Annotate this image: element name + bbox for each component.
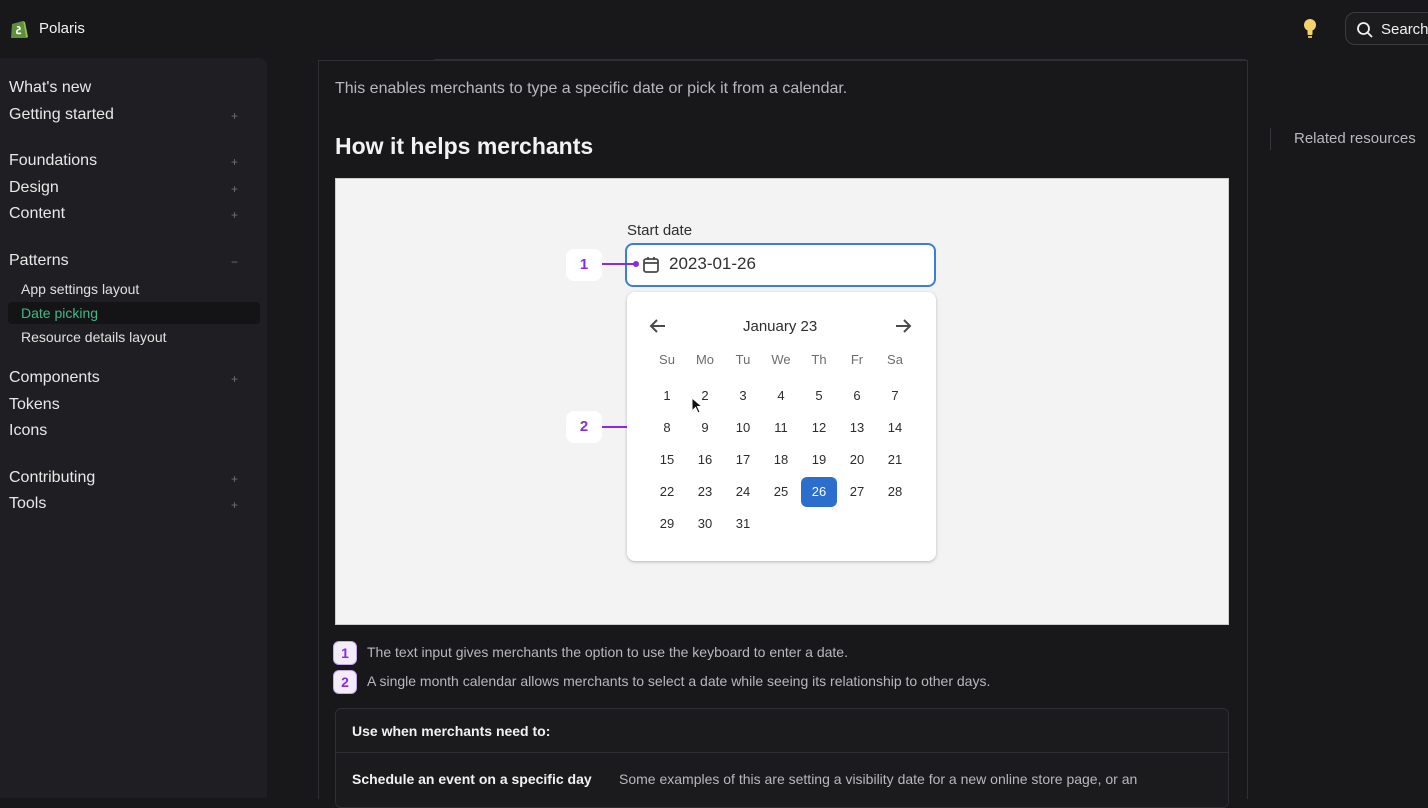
calendar-day: 7: [891, 388, 899, 403]
lightbulb-icon[interactable]: [1300, 17, 1320, 39]
sidebar-item-tokens[interactable]: Tokens: [9, 396, 60, 414]
expand-icon[interactable]: +: [231, 372, 238, 386]
sidebar-item-icons[interactable]: Icons: [9, 422, 47, 440]
legend-badge-1: 1: [333, 641, 357, 665]
calendar-day: 13: [849, 420, 865, 435]
calendar-day: 4: [777, 388, 785, 403]
calendar-day: 31: [735, 516, 751, 531]
expand-icon[interactable]: +: [231, 182, 238, 196]
divider: [1270, 128, 1271, 150]
calendar-day: 5: [815, 388, 823, 403]
shopify-logo-icon[interactable]: [8, 18, 30, 40]
divider: [336, 752, 1228, 753]
related-resources-link[interactable]: Related resources: [1294, 130, 1416, 147]
weekday-label: Fr: [850, 352, 864, 367]
sidebar-item-whats-new[interactable]: What's new: [9, 79, 91, 97]
expand-icon[interactable]: +: [231, 498, 238, 512]
search-label: Search: [1381, 21, 1428, 38]
search-icon: [1357, 22, 1373, 38]
weekday-label: Th: [811, 352, 827, 367]
usage-row-title: Schedule an event on a specific day: [352, 771, 592, 787]
expand-icon[interactable]: +: [231, 109, 238, 123]
calendar-day: 18: [773, 452, 789, 467]
start-date-label: Start date: [627, 222, 693, 239]
calendar-icon: [643, 257, 659, 273]
calendar-day: 28: [887, 484, 903, 499]
calendar-day: 19: [811, 452, 827, 467]
sidebar-item-contributing[interactable]: Contributing: [9, 469, 95, 487]
weekday-label: Tu: [735, 352, 751, 367]
usage-row-description: Some examples of this are setting a visi…: [619, 771, 1138, 787]
brand-name[interactable]: Polaris: [39, 20, 85, 37]
weekday-label: Sa: [887, 352, 903, 367]
calendar-day: 1: [663, 388, 671, 403]
sidebar-item-getting-started[interactable]: Getting started: [9, 106, 114, 124]
callout-badge-2: 2: [566, 411, 602, 443]
calendar-day: 15: [659, 452, 675, 467]
calendar-day: 27: [849, 484, 865, 499]
calendar-day: 20: [849, 452, 865, 467]
calendar-day: 22: [659, 484, 675, 499]
weekday-label: Mo: [695, 352, 715, 367]
date-input-value: 2023-01-26: [669, 254, 756, 273]
expand-icon[interactable]: +: [231, 155, 238, 169]
calendar-day: 21: [887, 452, 903, 467]
calendar-month-label: January 23: [743, 318, 818, 335]
calendar-day: 3: [739, 388, 747, 403]
calendar-day: 16: [697, 452, 713, 467]
sidebar-item-app-settings-layout[interactable]: App settings layout: [21, 281, 139, 297]
legend-badge-2: 2: [333, 670, 357, 694]
calendar-day-selected: 26: [801, 477, 837, 507]
intro-text: This enables merchants to type a specifi…: [335, 80, 848, 97]
calendar-day: 6: [853, 388, 861, 403]
arrow-left-icon: [649, 319, 665, 333]
weekday-label: Su: [659, 352, 675, 367]
sidebar-item-patterns[interactable]: Patterns: [9, 252, 69, 270]
sidebar-item-tools[interactable]: Tools: [9, 495, 46, 513]
arrow-right-icon: [896, 319, 912, 333]
sidebar-item-design[interactable]: Design: [9, 179, 59, 197]
divider: [434, 59, 1246, 60]
sidebar-item-date-picking[interactable]: Date picking: [21, 305, 98, 321]
section-heading: How it helps merchants: [335, 133, 594, 159]
mouse-cursor-icon: [691, 397, 703, 414]
calendar-day: 25: [773, 484, 789, 499]
calendar-day: 29: [659, 516, 675, 531]
calendar-day: 23: [697, 484, 713, 499]
expand-icon[interactable]: +: [231, 208, 238, 222]
callout-line-1: [602, 263, 636, 265]
search-button[interactable]: Search: [1345, 12, 1428, 45]
sidebar-item-foundations[interactable]: Foundations: [9, 152, 97, 170]
callout-badge-1: 1: [566, 249, 602, 281]
sidebar-item-content[interactable]: Content: [9, 205, 65, 223]
calendar-day: 10: [735, 420, 751, 435]
legend-text-1: The text input gives merchants the optio…: [367, 644, 848, 660]
callout-dot-1: [633, 261, 639, 267]
calendar-day: 9: [701, 420, 709, 435]
expand-icon[interactable]: +: [231, 472, 238, 486]
top-bar: Polaris Search: [0, 0, 1428, 58]
calendar-day: 12: [811, 420, 827, 435]
sidebar-item-components[interactable]: Components: [9, 369, 100, 387]
calendar-day: 11: [774, 420, 788, 435]
calendar-day: 8: [663, 420, 671, 435]
calendar-day: 24: [735, 484, 751, 499]
legend-text-2: A single month calendar allows merchants…: [367, 673, 991, 689]
collapse-icon[interactable]: −: [231, 255, 238, 269]
usage-table-header: Use when merchants need to:: [352, 723, 551, 739]
calendar-day: 30: [697, 516, 713, 531]
calendar-day: 17: [735, 452, 751, 467]
weekday-label: We: [771, 352, 791, 367]
sidebar-item-resource-details-layout[interactable]: Resource details layout: [21, 329, 167, 345]
calendar-day: 14: [887, 420, 903, 435]
